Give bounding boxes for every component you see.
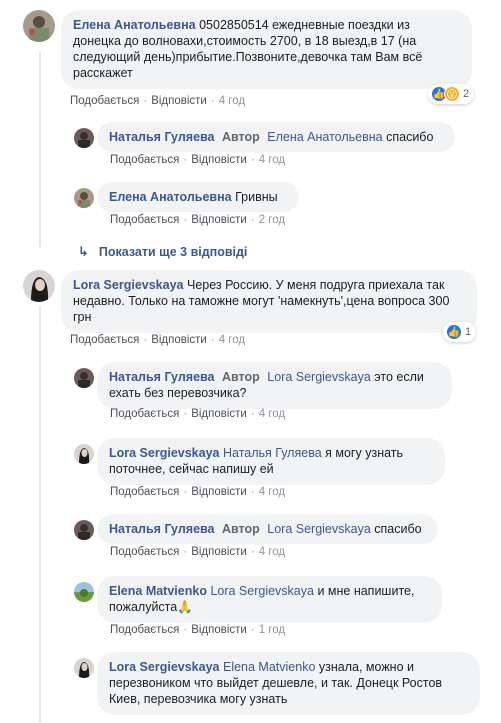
reply-bubble: Lora Sergievskaya Elena Matvienko узнала…: [97, 652, 480, 715]
reply-button[interactable]: Відповісти: [191, 546, 247, 558]
author-badge: Автор: [221, 370, 260, 384]
comment-text: спасибо: [374, 522, 422, 536]
comment-author[interactable]: Elena Matvienko: [109, 584, 207, 598]
comment-author[interactable]: Елена Анатольевна: [109, 190, 232, 204]
avatar[interactable]: [74, 520, 94, 540]
comment-author[interactable]: Наталья Гуляева: [109, 522, 215, 536]
timestamp[interactable]: 4 год: [219, 95, 245, 107]
comment-actions: Подобається · Відповісти · 2 год: [110, 214, 286, 226]
comment-author[interactable]: Наталья Гуляева: [109, 130, 215, 144]
comment-author[interactable]: Елена Анатольевна: [73, 18, 196, 32]
mention[interactable]: Lora Sergievskaya: [267, 370, 371, 384]
reply-bubble: Lora Sergievskaya Наталья Гуляева я могу…: [97, 438, 445, 485]
avatar[interactable]: [74, 188, 94, 208]
avatar[interactable]: [23, 270, 55, 302]
mention[interactable]: Елена Анатольевна: [267, 130, 382, 144]
like-icon: 👍: [446, 324, 462, 340]
comment-actions: Подобається · Відповісти · 4 год: [70, 95, 246, 107]
comment-actions: Подобається · Відповісти · 4 год: [70, 334, 246, 346]
avatar[interactable]: [74, 658, 94, 678]
reply-button[interactable]: Відповісти: [151, 95, 207, 107]
mention[interactable]: Lora Sergievskaya: [267, 522, 371, 536]
timestamp[interactable]: 4 год: [259, 408, 285, 420]
reactions-summary[interactable]: 👍 1: [443, 322, 477, 342]
like-button[interactable]: Подобається: [110, 408, 179, 420]
reply-arrow-icon: ↳: [78, 244, 89, 259]
like-button[interactable]: Подобається: [110, 214, 179, 226]
author-badge: Автор: [221, 130, 260, 144]
comment-actions: Подобається · Відповісти · 4 год: [110, 154, 286, 166]
like-button[interactable]: Подобається: [70, 95, 139, 107]
avatar[interactable]: [23, 10, 55, 42]
reply-button[interactable]: Відповісти: [191, 214, 247, 226]
avatar[interactable]: [74, 128, 94, 148]
show-more-replies-link[interactable]: ↳ Показати ще 3 відповіді: [78, 244, 247, 260]
reply-bubble: Elena Matvienko Lora Sergievskaya и мне …: [97, 576, 442, 623]
like-button[interactable]: Подобається: [110, 486, 179, 498]
comment-author[interactable]: Lora Sergievskaya: [73, 278, 184, 292]
avatar[interactable]: [74, 582, 94, 602]
author-badge: Автор: [221, 522, 260, 536]
timestamp[interactable]: 1 год: [259, 624, 285, 636]
timestamp[interactable]: 4 год: [219, 334, 245, 346]
comment-bubble: Елена Анатольевна 0502850514 ежедневные …: [61, 10, 472, 89]
mention[interactable]: Lora Sergievskaya: [210, 584, 314, 598]
thread-line: [39, 306, 41, 723]
timestamp[interactable]: 4 год: [259, 154, 285, 166]
reaction-count: 1: [465, 326, 472, 338]
comment-text: спасибо: [386, 130, 434, 144]
timestamp[interactable]: 4 год: [259, 546, 285, 558]
avatar[interactable]: [74, 368, 94, 388]
reaction-count: 2: [463, 88, 470, 100]
comment-actions: Подобається · Відповісти · 4 год: [110, 408, 286, 420]
comment-actions: Подобається · Відповісти · 4 год: [110, 486, 286, 498]
comment-bubble: Lora Sergievskaya Через Россию. У меня п…: [61, 270, 477, 333]
timestamp[interactable]: 2 год: [259, 214, 285, 226]
reactions-summary[interactable]: 👍 😮 2: [428, 84, 475, 104]
comment-actions: Подобається · Відповісти · 4 год: [110, 546, 286, 558]
wow-icon: 😮: [444, 86, 460, 102]
reply-button[interactable]: Відповісти: [191, 408, 247, 420]
like-button[interactable]: Подобається: [110, 624, 179, 636]
reply-button[interactable]: Відповісти: [191, 154, 247, 166]
mention[interactable]: Наталья Гуляева: [223, 446, 322, 460]
like-button[interactable]: Подобається: [110, 546, 179, 558]
reply-button[interactable]: Відповісти: [191, 486, 247, 498]
comment-author[interactable]: Lora Sergievskaya: [109, 660, 220, 674]
reply-button[interactable]: Відповісти: [191, 624, 247, 636]
mention[interactable]: Elena Matvienko: [223, 660, 315, 674]
timestamp[interactable]: 4 год: [259, 486, 285, 498]
comment-author[interactable]: Наталья Гуляева: [109, 370, 215, 384]
reply-bubble: Елена Анатольевна Гривны: [97, 182, 299, 212]
comment-text: Гривны: [235, 190, 278, 204]
reply-bubble: Наталья Гуляева Автор Елена Анатольевна …: [97, 122, 455, 152]
reply-bubble: Наталья Гуляева Автор Lora Sergievskaya …: [97, 362, 452, 409]
like-button[interactable]: Подобається: [110, 154, 179, 166]
comment-actions: Подобається · Відповісти · 1 год: [110, 624, 286, 636]
thread-line: [39, 52, 41, 247]
reply-button[interactable]: Відповісти: [151, 334, 207, 346]
comment-author[interactable]: Lora Sergievskaya: [109, 446, 220, 460]
like-button[interactable]: Подобається: [70, 334, 139, 346]
reply-bubble: Наталья Гуляева Автор Lora Sergievskaya …: [97, 514, 438, 544]
avatar[interactable]: [74, 444, 94, 464]
show-more-replies-label: Показати ще 3 відповіді: [98, 245, 248, 259]
